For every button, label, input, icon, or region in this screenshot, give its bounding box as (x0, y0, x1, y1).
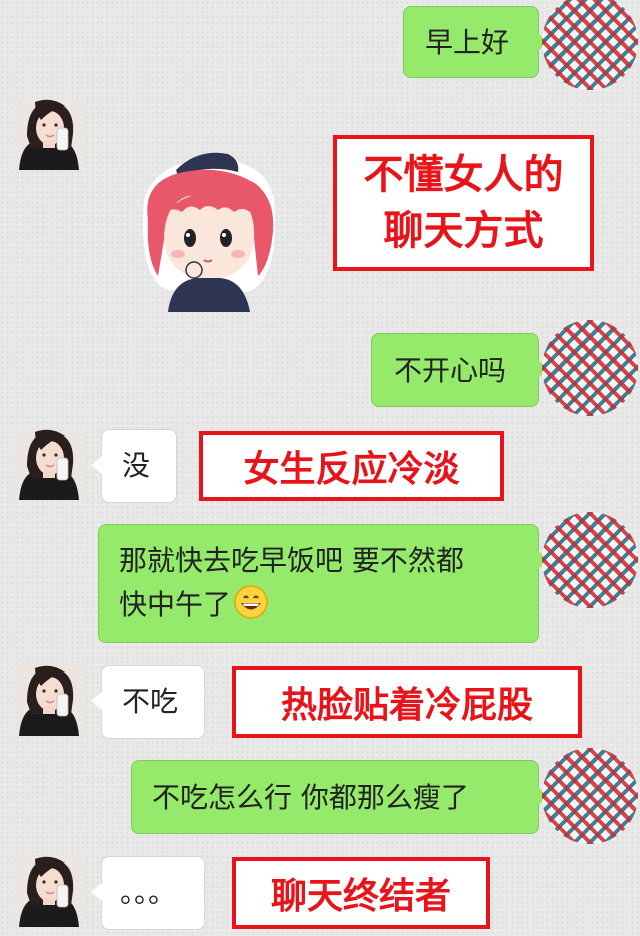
girl-photo-icon (13, 98, 85, 170)
message-text: 不开心吗 (394, 354, 507, 387)
caption-box: 聊天终结者 (232, 857, 490, 929)
cartoon-girl-sticker-icon (143, 152, 275, 312)
girl-sticker[interactable] (128, 140, 288, 315)
self-avatar[interactable] (542, 748, 638, 844)
caption-text: 女生反应冷淡 (243, 449, 460, 490)
message-bubble-self[interactable]: 不吃怎么行 你都那么瘦了 (131, 760, 549, 834)
message-bubble-self[interactable]: 早上好 (403, 6, 549, 78)
message-bubble-self[interactable]: 不开心吗 (371, 333, 549, 407)
caption-text: 热脸贴着冷屁股 (280, 685, 533, 726)
caption-box: 热脸贴着冷屁股 (232, 666, 582, 738)
message-bubble-other[interactable]: 。。。 (91, 856, 205, 930)
grinning-face-emoji-icon (234, 585, 268, 619)
girl-photo-icon (13, 664, 85, 736)
other-avatar[interactable] (13, 428, 85, 500)
message-bubble-other[interactable]: 没 (91, 429, 177, 503)
caption-box: 女生反应冷淡 (199, 431, 504, 501)
message-text: 没 (122, 449, 151, 482)
message-text: 不吃 (122, 685, 179, 718)
message-text: 不吃怎么行 你都那么瘦了 (152, 781, 469, 814)
message-bubble-other[interactable]: 不吃 (91, 665, 205, 739)
message-line: 那就快去吃早饭吧 要不然都 (119, 544, 464, 577)
caption-line: 聊天方式 (383, 208, 544, 254)
message-line: 快中午了 (119, 583, 538, 627)
girl-photo-icon (13, 855, 85, 927)
caption-line: 不懂女人的 (363, 152, 564, 198)
self-avatar[interactable] (542, 0, 638, 90)
message-text: 。。。 (120, 876, 177, 909)
other-avatar[interactable] (13, 855, 85, 927)
caption-box: 不懂女人的 聊天方式 (333, 135, 594, 271)
girl-photo-icon (13, 428, 85, 500)
self-avatar[interactable] (542, 320, 638, 416)
caption-text: 聊天终结者 (270, 876, 451, 917)
other-avatar[interactable] (13, 664, 85, 736)
message-bubble-self[interactable]: 那就快去吃早饭吧 要不然都 快中午了 (98, 524, 549, 643)
self-avatar[interactable] (542, 512, 638, 608)
other-avatar[interactable] (13, 98, 85, 170)
message-text: 早上好 (425, 26, 510, 59)
